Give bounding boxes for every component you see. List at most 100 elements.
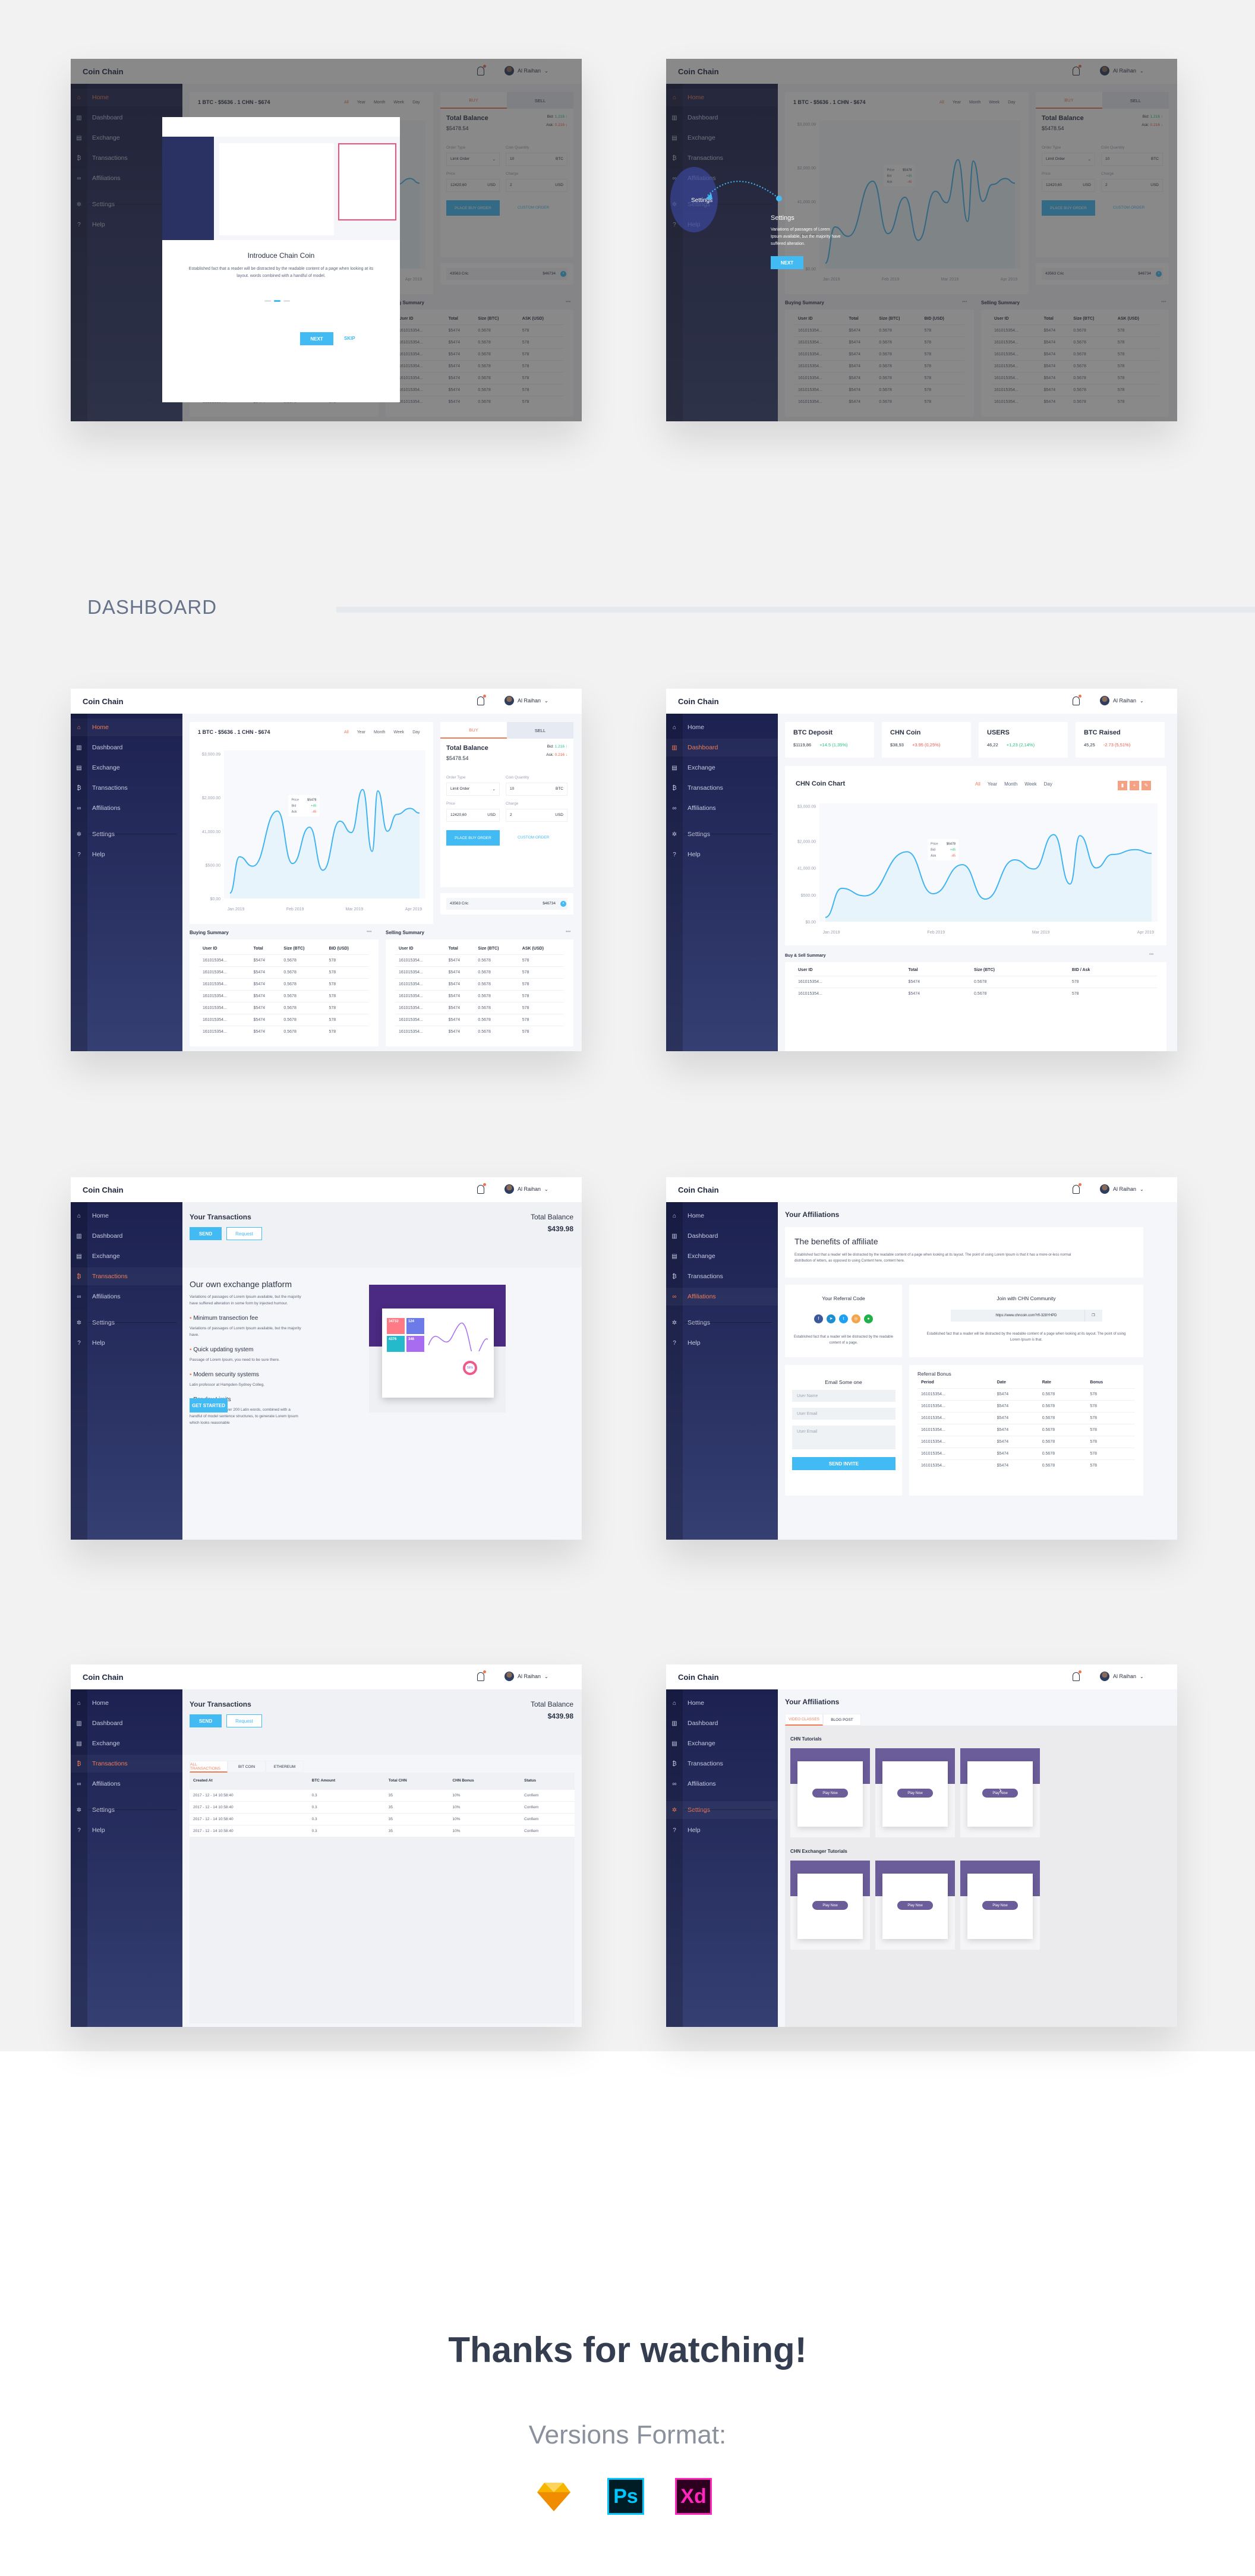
referral-link-field[interactable]: https://www.chncoin.com?rfl-328YHPD ❐ [950, 1310, 1102, 1322]
table-row[interactable]: 161015354...$54740.5678578 [917, 1400, 1135, 1412]
table-row[interactable]: 161015354...$54740.5678578 [917, 1412, 1135, 1424]
play-now-button[interactable]: Play Now [812, 1789, 848, 1798]
more-icon[interactable]: ••• [1149, 953, 1153, 957]
sidebar-item-transactions[interactable]: ₿ Transactions [666, 779, 778, 797]
sidebar-item-settings[interactable]: ✲ Settings [71, 825, 182, 843]
tab-buy[interactable]: BUY [440, 722, 507, 739]
user-menu[interactable]: Al Raihan ⌄ [504, 1672, 548, 1681]
sidebar-item-exchange[interactable]: ▤ Exchange [71, 1735, 182, 1752]
price-input[interactable]: 12420,60USD [446, 809, 500, 822]
tab-blog-post[interactable]: BLOG POST [823, 1714, 861, 1726]
clipboard-icon[interactable]: ▮ [1118, 780, 1127, 790]
tab-sell[interactable]: SELL [507, 722, 573, 739]
tab-video-classes[interactable]: VIDEO CLASSES [785, 1714, 823, 1726]
sidebar-item-affiliations[interactable]: ∞ Affiliations [666, 799, 778, 817]
sidebar-item-affiliations[interactable]: ∞ Affiliations [666, 1775, 778, 1793]
period-day[interactable]: Day [1044, 781, 1052, 787]
table-row[interactable]: 161015354...$54740.5678578 [199, 978, 369, 991]
request-button[interactable]: Request [226, 1714, 262, 1727]
tutorial-card[interactable]: Play Now [875, 1861, 955, 1950]
copy-icon[interactable]: ❐ [1084, 1310, 1102, 1322]
sidebar-item-home[interactable]: ⌂ Home [71, 718, 182, 736]
period-day[interactable]: Day [412, 730, 420, 734]
sidebar-item-dashboard[interactable]: ▥ Dashboard [71, 739, 182, 756]
table-row[interactable]: 161015354...$54740.5678578 [395, 1014, 564, 1026]
sidebar-item-exchange[interactable]: ▤ Exchange [666, 1735, 778, 1752]
twitter-icon[interactable]: t [839, 1314, 848, 1323]
sidebar-item-settings[interactable]: ✲ Settings [666, 1801, 778, 1819]
sidebar-item-dashboard[interactable]: ▥ Dashboard [666, 739, 778, 756]
send-invite-button[interactable]: SEND INVITE [792, 1457, 895, 1470]
tutorial-card[interactable]: Play Now [790, 1748, 870, 1837]
period-month[interactable]: Month [1004, 781, 1017, 787]
sidebar-item-dashboard[interactable]: ▥ Dashboard [71, 1714, 182, 1732]
user-menu[interactable]: Al Raihan ⌄ [1100, 1672, 1144, 1681]
send-button[interactable]: SEND [190, 1227, 222, 1240]
notification-bell-icon[interactable] [477, 1183, 486, 1194]
notification-bell-icon[interactable] [1073, 695, 1081, 705]
period-year[interactable]: Year [988, 781, 997, 787]
sidebar-item-dashboard[interactable]: ▥ Dashboard [71, 1227, 182, 1245]
table-row[interactable]: 2017 - 12 - 14 10:58:40 0.3 35 10% Confi… [190, 1789, 575, 1801]
table-row[interactable]: 161015354...$54740.5678578 [917, 1424, 1135, 1436]
table-row[interactable]: 161015354...$54740.5678578 [794, 976, 1157, 988]
table-row[interactable]: 161015354...$54740.5678578 [917, 1388, 1135, 1401]
user-menu[interactable]: Al Raihan ⌄ [1100, 1184, 1144, 1194]
table-row[interactable]: 2017 - 12 - 14 10:58:40 0.3 35 10% Confi… [190, 1824, 575, 1837]
skip-button[interactable]: SKIP [344, 336, 355, 341]
sidebar-item-affiliations[interactable]: ∞ Affiliations [666, 1288, 778, 1306]
sidebar-item-exchange[interactable]: ▤ Exchange [71, 1247, 182, 1265]
sidebar-item-transactions[interactable]: ₿ Transactions [71, 1755, 182, 1773]
play-now-button[interactable]: Play Now [897, 1789, 933, 1798]
tab-all-transactions[interactable]: ALL TRANSACTIONS [190, 1761, 228, 1773]
sidebar-item-transactions[interactable]: ₿ Transactions [666, 1755, 778, 1773]
sidebar-item-transactions[interactable]: ₿ Transactions [71, 1267, 182, 1285]
tutorial-card[interactable]: Play Now [875, 1748, 955, 1837]
order-type-select[interactable]: Limit Order⌄ [446, 783, 500, 796]
period-all[interactable]: All [975, 781, 980, 787]
sidebar-item-transactions[interactable]: ₿ Transactions [71, 779, 182, 797]
sidebar-item-affiliations[interactable]: ∞ Affiliations [71, 799, 182, 817]
more-icon[interactable]: ••• [566, 929, 570, 934]
table-row[interactable]: 161015354...$54740.5678578 [395, 1002, 564, 1014]
sidebar-item-dashboard[interactable]: ▥ Dashboard [666, 1227, 778, 1245]
sidebar-item-exchange[interactable]: ▤ Exchange [666, 1247, 778, 1265]
coin-quantity-input[interactable]: 10BTC [506, 783, 567, 796]
wallet-row[interactable]: 43563 Cric$46734 [446, 898, 567, 910]
sidebar-item-transactions[interactable]: ₿ Transactions [666, 1267, 778, 1285]
charge-input[interactable]: 2USD [506, 809, 567, 822]
close-icon[interactable]: × [560, 901, 566, 907]
sidebar-item-settings[interactable]: ✲ Settings [71, 1314, 182, 1332]
notification-bell-icon[interactable] [1073, 1183, 1081, 1194]
table-row[interactable]: 2017 - 12 - 14 10:58:40 0.3 35 10% Confi… [190, 1801, 575, 1813]
table-row[interactable]: 161015354...$54740.5678578 [199, 966, 369, 979]
tab-bit-coin[interactable]: BIT COIN [228, 1761, 266, 1773]
table-row[interactable]: 161015354...$54740.5678578 [199, 954, 369, 967]
instagram-icon[interactable]: ◎ [852, 1314, 860, 1323]
sidebar-item-exchange[interactable]: ▤ Exchange [71, 759, 182, 777]
sidebar-item-help[interactable]: ? Help [666, 1334, 778, 1352]
notification-bell-icon[interactable] [1073, 1670, 1081, 1681]
period-month[interactable]: Month [374, 730, 385, 734]
next-button[interactable]: NEXT [300, 332, 333, 345]
tutorial-card[interactable]: Play Now [960, 1861, 1040, 1950]
custom-order-link[interactable]: CUSTOM ORDER [518, 835, 549, 840]
sidebar-item-affiliations[interactable]: ∞ Affiliations [71, 1288, 182, 1306]
table-row[interactable]: 2017 - 12 - 14 10:58:40 0.3 35 10% Confi… [190, 1812, 575, 1825]
plus-icon[interactable]: + [1130, 780, 1139, 790]
sidebar-item-home[interactable]: ⌂ Home [666, 1207, 778, 1225]
play-now-button[interactable]: Play Now [982, 1901, 1018, 1910]
notification-bell-icon[interactable] [477, 695, 486, 705]
sidebar-item-home[interactable]: ⌂ Home [666, 1694, 778, 1712]
user-menu[interactable]: Al Raihan ⌄ [504, 696, 548, 705]
send-button[interactable]: SEND [190, 1714, 222, 1727]
sidebar-item-home[interactable]: ⌂ Home [666, 718, 778, 736]
tour-backdrop[interactable] [666, 59, 1177, 421]
table-row[interactable]: 161015354...$54740.5678578 [794, 988, 1157, 999]
table-row[interactable]: 161015354...$54740.5678578 [199, 1026, 369, 1038]
user-name-input[interactable]: User Name [792, 1390, 895, 1402]
period-year[interactable]: Year [357, 730, 365, 734]
sidebar-item-settings[interactable]: ✲ Settings [666, 825, 778, 843]
table-row[interactable]: 161015354...$54740.5678578 [199, 1014, 369, 1026]
sidebar-item-help[interactable]: ? Help [71, 1334, 182, 1352]
